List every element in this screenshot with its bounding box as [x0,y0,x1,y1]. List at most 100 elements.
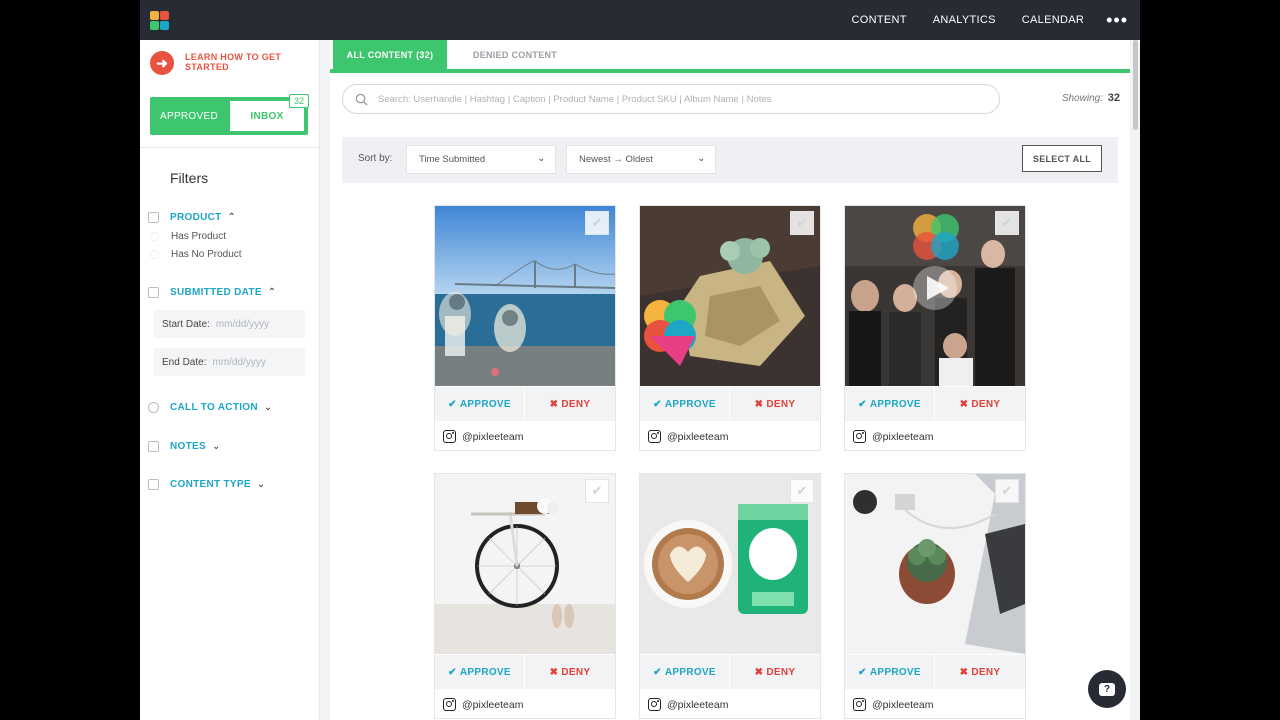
content-grid: ✔ ✔ APPROVE ✖ DENY @pixleeteam ✔ ✔ APPRO… [434,205,1034,720]
radio-icon[interactable] [150,232,159,241]
calendar-icon [148,287,159,298]
sort-field-select[interactable]: Time Submitted ⌄ [406,145,556,174]
deny-button[interactable]: ✖ DENY [935,655,1025,689]
inbox-count-badge: 32 [289,94,309,108]
instagram-icon [853,430,866,443]
option-has-no-product[interactable]: Has No Product [150,249,242,260]
deny-button[interactable]: ✖ DENY [935,387,1025,421]
filter-content-type[interactable]: CONTENT TYPE ⌄ [148,479,265,490]
link-icon [148,402,159,413]
showing-label: Showing: [1061,93,1103,104]
chat-icon[interactable]: ? [1088,670,1126,708]
scrollbar[interactable] [1133,40,1138,130]
content-panel: ALL CONTENT (32) DENIED CONTENT Search: … [330,40,1130,720]
instagram-icon [648,430,661,443]
end-date-placeholder: mm/dd/yyyy [212,356,266,368]
checkmark-icon[interactable]: ✔ [995,479,1019,503]
notes-icon [148,441,159,452]
filter-submitted-date-label: SUBMITTED DATE [170,287,262,298]
card-actions: ✔ APPROVE ✖ DENY [640,387,820,421]
deny-button[interactable]: ✖ DENY [525,655,615,689]
search-input[interactable]: Search: Userhandle | Hashtag | Caption |… [342,84,1000,114]
approve-button[interactable]: ✔ APPROVE [640,387,730,421]
user-handle: @pixleeteam [872,698,934,711]
card-user[interactable]: @pixleeteam [648,430,728,443]
filter-notes[interactable]: NOTES ⌄ [148,441,220,452]
card-actions: ✔ APPROVE ✖ DENY [435,655,615,689]
approve-button[interactable]: ✔ APPROVE [435,387,525,421]
option-has-product[interactable]: Has Product [150,231,226,242]
sort-bar: Sort by: Time Submitted ⌄ Newest → Oldes… [342,137,1118,183]
instagram-icon [648,698,661,711]
approved-toggle-button[interactable]: APPROVED [150,97,228,135]
search-icon [355,93,368,106]
content-card: ✔ ✔ APPROVE ✖ DENY @pixleeteam [844,205,1026,451]
logo-icon[interactable] [150,11,169,30]
content-card: ✔ ✔ APPROVE ✖ DENY @pixleeteam [844,473,1026,719]
approve-button[interactable]: ✔ APPROVE [640,655,730,689]
end-date-label: End Date: [162,356,207,368]
more-menu-icon[interactable]: ••• [1106,0,1128,40]
sort-order-select[interactable]: Newest → Oldest ⌄ [566,145,716,174]
chevron-down-icon: ⌄ [263,402,273,413]
start-date-label: Start Date: [162,318,210,330]
nav-analytics[interactable]: ANALYTICS [933,14,996,26]
select-all-button[interactable]: SELECT ALL [1022,145,1102,172]
filter-sidebar: ➜ LEARN HOW TO GET STARTED APPROVED INBO… [140,40,320,720]
radio-icon[interactable] [150,250,159,259]
checkmark-icon[interactable]: ✔ [585,479,609,503]
filter-product[interactable]: PRODUCT ⌃ [148,212,236,223]
start-date-field[interactable]: Start Date: mm/dd/yyyy [154,310,305,338]
sort-field-value: Time Submitted [419,154,486,165]
filter-notes-label: NOTES [170,441,206,452]
end-date-field[interactable]: End Date: mm/dd/yyyy [154,348,305,376]
sort-order-value: Newest → Oldest [579,154,653,165]
learn-how-link[interactable]: ➜ LEARN HOW TO GET STARTED [150,51,295,75]
card-user[interactable]: @pixleeteam [648,698,728,711]
arrow-right-icon: ➜ [150,51,174,75]
user-handle: @pixleeteam [462,430,524,443]
nav-content[interactable]: CONTENT [852,14,907,26]
approve-button[interactable]: ✔ APPROVE [845,655,935,689]
filter-call-to-action[interactable]: CALL TO ACTION ⌄ [148,402,272,413]
content-card: ✔ ✔ APPROVE ✖ DENY @pixleeteam [434,473,616,719]
content-card: ✔ ✔ APPROVE ✖ DENY @pixleeteam [434,205,616,451]
top-navigation-bar: CONTENT ANALYTICS CALENDAR ••• [140,0,1140,40]
chevron-up-icon: ⌃ [227,212,236,223]
checkmark-icon[interactable]: ✔ [790,211,814,235]
tab-all-content[interactable]: ALL CONTENT (32) [333,40,447,70]
option-label: Has Product [171,231,227,242]
sort-label: Sort by: [358,153,393,164]
checkmark-icon[interactable]: ✔ [790,479,814,503]
tab-underline [330,69,1130,73]
filter-submitted-date[interactable]: SUBMITTED DATE ⌃ [148,287,276,298]
card-user[interactable]: @pixleeteam [853,698,933,711]
deny-button[interactable]: ✖ DENY [525,387,615,421]
option-label: Has No Product [171,249,242,260]
user-handle: @pixleeteam [667,430,729,443]
tab-denied-content[interactable]: DENIED CONTENT [447,40,583,70]
card-actions: ✔ APPROVE ✖ DENY [845,655,1025,689]
deny-button[interactable]: ✖ DENY [730,387,820,421]
content-card: ✔ ✔ APPROVE ✖ DENY @pixleeteam [639,473,821,719]
checkmark-icon[interactable]: ✔ [585,211,609,235]
approve-button[interactable]: ✔ APPROVE [845,387,935,421]
approve-button[interactable]: ✔ APPROVE [435,655,525,689]
showing-number: 32 [1107,92,1120,104]
card-actions: ✔ APPROVE ✖ DENY [435,387,615,421]
deny-button[interactable]: ✖ DENY [730,655,820,689]
file-icon [148,479,159,490]
user-handle: @pixleeteam [462,698,524,711]
card-user[interactable]: @pixleeteam [443,698,523,711]
chevron-down-icon: ⌄ [256,479,266,490]
user-handle: @pixleeteam [667,698,729,711]
top-nav: CONTENT ANALYTICS CALENDAR ••• [826,0,1129,40]
card-user[interactable]: @pixleeteam [853,430,933,443]
app-window: CONTENT ANALYTICS CALENDAR ••• ➜ LEARN H… [140,0,1140,720]
nav-calendar[interactable]: CALENDAR [1022,14,1084,26]
content-card: ✔ ✔ APPROVE ✖ DENY @pixleeteam [639,205,821,451]
card-user[interactable]: @pixleeteam [443,430,523,443]
showing-count: Showing: 32 [1062,92,1120,104]
chevron-up-icon: ⌃ [267,287,277,298]
checkmark-icon[interactable]: ✔ [995,211,1019,235]
